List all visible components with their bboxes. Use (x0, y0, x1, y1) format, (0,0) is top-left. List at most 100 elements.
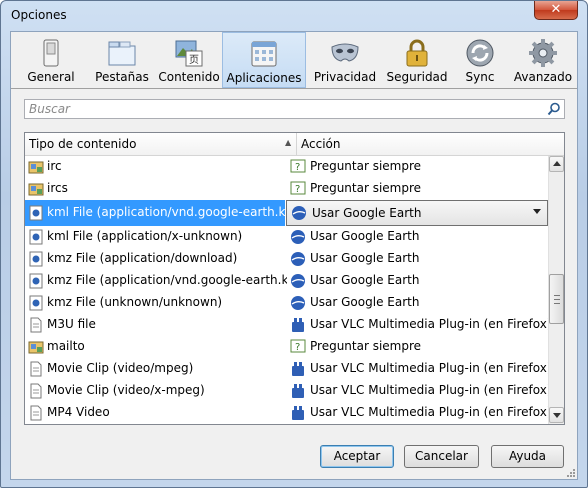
tab-privacidad[interactable]: Privacidad (306, 32, 384, 88)
ask-icon: ? (290, 181, 306, 195)
general-icon (43, 39, 59, 67)
document-icon (29, 273, 43, 289)
vertical-scrollbar[interactable] (548, 156, 564, 424)
tab-label: Privacidad (313, 70, 377, 84)
list-rows: irc ? Preguntar siempre ircs ? Preguntar… (25, 156, 552, 424)
document-icon (29, 295, 43, 311)
tab-general[interactable]: General (14, 32, 88, 88)
toolbar-divider (11, 88, 577, 89)
tab-label: Avanzado (513, 70, 573, 84)
search-placeholder: Buscar (29, 102, 70, 116)
tab-avanzado[interactable]: Avanzado (510, 32, 576, 88)
column-header-action[interactable]: Acción (301, 137, 340, 151)
plugin-icon (292, 318, 304, 332)
tab-sync[interactable]: Sync (450, 32, 510, 88)
content-type-label: kml File (application/vnd.google-earth.k… (47, 205, 287, 219)
column-header-content-type[interactable]: Tipo de contenido (29, 137, 136, 151)
content-type-label: MP4 Video (47, 405, 110, 419)
action-label: Usar Google Earth (310, 229, 420, 243)
tab-contenido[interactable]: 页 Contenido (156, 32, 222, 88)
action-label: Usar Google Earth (310, 251, 420, 265)
list-header: Tipo de contenido ▲ Acción (25, 133, 564, 156)
generic-app-icon (28, 161, 44, 174)
accept-button[interactable]: Aceptar (320, 445, 394, 468)
action-label: Preguntar siempre (310, 339, 422, 353)
gear-icon (529, 39, 557, 67)
scrollbar-thumb[interactable] (549, 274, 564, 324)
action-label: Preguntar siempre (310, 181, 422, 195)
action-label: Usar Google Earth (310, 273, 420, 287)
preferences-toolbar: General Pestañas 页 Contenido Aplicacione… (11, 32, 577, 88)
list-item[interactable]: mailto ? Preguntar siempre (25, 336, 548, 358)
content-type-label: kmz File (unknown/unknown) (47, 295, 223, 309)
plugin-icon (292, 384, 304, 398)
action-label: Usar VLC Multimedia Plug-in (en Firefox) (310, 405, 552, 419)
content-icon: 页 (175, 40, 203, 67)
search-icon[interactable] (547, 102, 561, 116)
action-label: Usar VLC Multimedia Plug-in (en Firefox) (310, 383, 552, 397)
list-item[interactable]: kmz File (unknown/unknown) Usar Google E… (25, 292, 548, 314)
tab-label: General (27, 70, 75, 84)
sort-ascending-icon: ▲ (285, 138, 292, 147)
list-item[interactable]: kml File (application/x-unknown) Usar Go… (25, 226, 548, 248)
content-type-label: Movie Clip (video/x-mpeg) (47, 383, 205, 397)
action-label: Usar VLC Multimedia Plug-in (en Firefox) (310, 361, 552, 375)
action-dropdown-value: Usar Google Earth (312, 206, 422, 220)
generic-app-icon (28, 183, 44, 196)
grip-line (554, 295, 560, 296)
plugin-icon (292, 406, 304, 420)
scroll-up-button[interactable] (549, 156, 564, 172)
resize-grip-icon[interactable] (565, 467, 575, 477)
arrow-up-icon (553, 161, 561, 166)
tab-pestanas[interactable]: Pestañas (88, 32, 156, 88)
title-bar[interactable]: Opciones ✕ (1, 1, 587, 31)
content-type-label: irc (47, 159, 62, 173)
list-item[interactable]: ircs ? Preguntar siempre (25, 178, 548, 200)
list-item[interactable]: MP4 Video Usar VLC Multimedia Plug-in (e… (25, 402, 552, 424)
list-item-selected[interactable]: kml File (application/vnd.google-earth.k… (25, 200, 548, 226)
sync-icon (466, 39, 494, 67)
tab-seguridad[interactable]: Seguridad (384, 32, 450, 88)
content-type-label: M3U file (47, 317, 96, 331)
ask-icon: ? (290, 339, 306, 353)
action-label: Preguntar siempre (310, 159, 422, 173)
google-earth-icon (291, 230, 305, 244)
tab-label: Aplicaciones (226, 71, 302, 85)
list-item[interactable]: irc ? Preguntar siempre (25, 156, 548, 178)
file-icon (30, 405, 42, 421)
grip-line (554, 299, 560, 300)
help-button[interactable]: Ayuda (491, 445, 564, 468)
file-icon (30, 361, 42, 377)
document-icon (29, 251, 43, 267)
scroll-down-button[interactable] (549, 407, 564, 423)
padlock-icon (406, 39, 428, 67)
google-earth-icon (291, 252, 305, 266)
list-item[interactable]: Movie Clip (video/x-mpeg) Usar VLC Multi… (25, 380, 552, 402)
svg-text:?: ? (295, 162, 300, 173)
cancel-button[interactable]: Cancelar (404, 445, 479, 468)
list-item[interactable]: Movie Clip (video/mpeg) Usar VLC Multime… (25, 358, 552, 380)
list-item[interactable]: kmz File (application/download) Usar Goo… (25, 248, 548, 270)
applications-icon (251, 41, 277, 67)
list-item[interactable]: kmz File (application/vnd.google-earth.k… (25, 270, 548, 292)
content-type-label: mailto (47, 339, 85, 353)
search-input[interactable]: Buscar (24, 99, 565, 119)
content-type-label: kmz File (application/vnd.google-earth.k… (47, 273, 287, 287)
list-item[interactable]: M3U file Usar VLC Multimedia Plug-in (en… (25, 314, 552, 336)
google-earth-icon (291, 274, 305, 288)
action-label: Usar VLC Multimedia Plug-in (en Firefox) (310, 317, 552, 331)
options-window: Opciones ✕ General Pestañas 页 Contenido … (0, 0, 588, 488)
svg-text:页: 页 (189, 54, 199, 66)
content-type-label: kmz File (application/download) (47, 251, 238, 265)
google-earth-icon (292, 206, 306, 220)
action-label: Usar Google Earth (310, 295, 420, 309)
tab-label: Sync (465, 70, 495, 84)
column-divider[interactable] (296, 133, 297, 155)
arrow-down-icon (553, 413, 561, 418)
file-icon (30, 317, 42, 333)
tab-aplicaciones[interactable]: Aplicaciones (222, 32, 306, 88)
grip-line (554, 303, 560, 304)
ask-icon: ? (290, 159, 306, 173)
action-dropdown[interactable]: Usar Google Earth (286, 200, 548, 226)
close-button[interactable]: ✕ (534, 1, 578, 20)
